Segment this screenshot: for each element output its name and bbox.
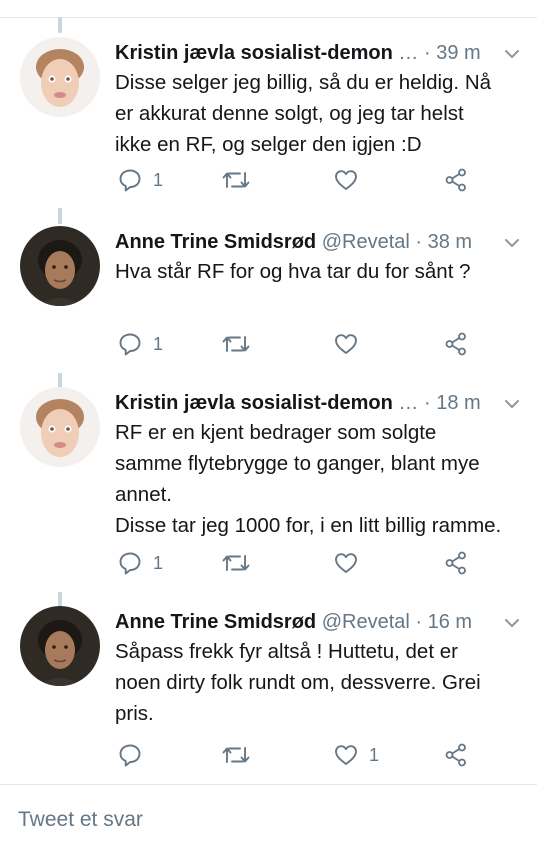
display-name[interactable]: Anne Trine Smidsrød	[115, 611, 316, 633]
reply-button[interactable]: 1	[117, 548, 163, 578]
like-button[interactable]	[333, 548, 369, 578]
avatar[interactable]	[20, 37, 100, 117]
reply-count: 1	[153, 552, 164, 573]
timestamp[interactable]: · 18 m	[424, 392, 481, 414]
heart-icon	[333, 167, 359, 193]
chevron-down-icon[interactable]	[503, 395, 521, 413]
thread-connector	[58, 208, 62, 224]
avatar[interactable]	[20, 606, 100, 686]
tweet-actions: 1	[0, 329, 537, 359]
chevron-down-icon[interactable]	[503, 45, 521, 63]
top-divider	[0, 17, 537, 18]
retweet-icon	[221, 550, 251, 576]
like-button[interactable]	[333, 329, 369, 359]
thread-connector	[58, 17, 62, 33]
timestamp[interactable]: · 16 m	[415, 611, 472, 633]
reply-box-divider	[0, 784, 537, 785]
timestamp[interactable]: · 39 m	[424, 42, 481, 64]
like-count: 1	[369, 744, 380, 765]
chevron-down-icon[interactable]	[503, 614, 521, 632]
reply-icon	[117, 331, 143, 357]
retweet-icon	[221, 331, 251, 357]
tweet-text: RF er en kjent bedrager som solgte samme…	[115, 421, 502, 537]
reply-icon	[117, 550, 143, 576]
tweet-text: Disse selger jeg billig, så du er heldig…	[115, 71, 492, 156]
reply-icon	[117, 742, 143, 768]
tweet-text: Såpass frekk fyr altså ! Huttetu, det er…	[115, 640, 481, 725]
share-button[interactable]	[443, 548, 469, 578]
display-name[interactable]: Anne Trine Smidsrød	[115, 231, 316, 253]
tweet-header: Kristin jævla sosialist-demon … · 18 m	[115, 387, 495, 419]
share-icon	[443, 167, 469, 193]
retweet-icon	[221, 167, 251, 193]
display-name[interactable]: Kristin jævla sosialist-demon	[115, 392, 393, 414]
retweet-button[interactable]	[221, 165, 261, 195]
share-button[interactable]	[443, 329, 469, 359]
reply-button[interactable]	[117, 740, 153, 770]
chevron-down-icon[interactable]	[503, 234, 521, 252]
avatar[interactable]	[20, 387, 100, 467]
retweet-button[interactable]	[221, 548, 261, 578]
share-button[interactable]	[443, 165, 469, 195]
tweet-actions: 1	[0, 165, 537, 195]
reply-icon	[117, 167, 143, 193]
tweet-header: Kristin jævla sosialist-demon … · 39 m	[115, 37, 495, 69]
heart-icon	[333, 742, 359, 768]
share-icon	[443, 742, 469, 768]
share-icon	[443, 550, 469, 576]
avatar[interactable]	[20, 226, 100, 306]
like-button[interactable]	[333, 165, 369, 195]
tweet-text: Hva står RF for og hva tar du for sånt ?	[115, 260, 471, 283]
retweet-button[interactable]	[221, 740, 261, 770]
heart-icon	[333, 550, 359, 576]
username[interactable]: @Revetal	[322, 231, 410, 253]
display-name[interactable]: Kristin jævla sosialist-demon	[115, 42, 393, 64]
share-button[interactable]	[443, 740, 469, 770]
tweet-actions: 1	[0, 548, 537, 578]
tweet-actions: 1	[0, 740, 537, 770]
reply-button[interactable]: 1	[117, 329, 163, 359]
reply-input[interactable]: Tweet et svar	[18, 808, 143, 832]
username[interactable]: …	[398, 392, 418, 414]
share-icon	[443, 331, 469, 357]
tweet-header: Anne Trine Smidsrød @Revetal · 16 m	[115, 606, 495, 638]
username[interactable]: @Revetal	[322, 611, 410, 633]
retweet-icon	[221, 742, 251, 768]
timestamp[interactable]: · 38 m	[415, 231, 472, 253]
tweet-header: Anne Trine Smidsrød @Revetal · 38 m	[115, 226, 495, 258]
retweet-button[interactable]	[221, 329, 261, 359]
reply-button[interactable]: 1	[117, 165, 163, 195]
heart-icon	[333, 331, 359, 357]
reply-count: 1	[153, 333, 164, 354]
like-button[interactable]: 1	[333, 740, 379, 770]
username[interactable]: …	[398, 42, 418, 64]
reply-count: 1	[153, 169, 164, 190]
